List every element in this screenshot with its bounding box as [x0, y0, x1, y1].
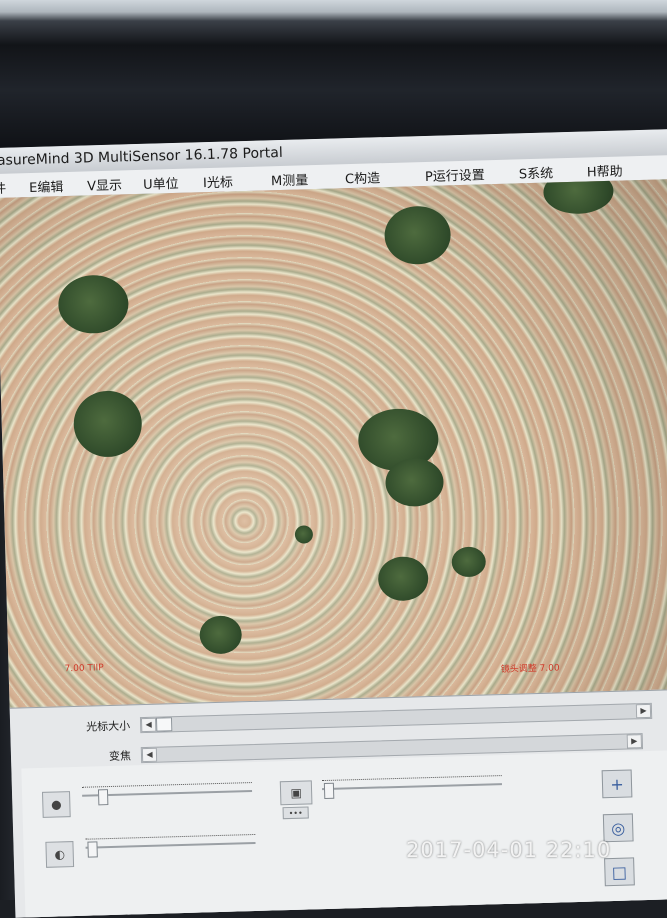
window-title: easureMind 3D MultiSensor 16.1.78 Portal: [0, 144, 283, 170]
menu-system[interactable]: S系统: [519, 162, 554, 182]
surface-spot: [199, 615, 243, 655]
surface-spot: [384, 457, 445, 508]
menu-file[interactable]: 件: [0, 178, 6, 197]
menu-help[interactable]: H帮助: [587, 160, 623, 180]
arrow-right-icon[interactable]: ▶: [635, 703, 652, 719]
cursor-size-slider[interactable]: ◀ ▶: [139, 702, 653, 734]
light-settings-icon[interactable]: ◐: [45, 841, 75, 868]
surface-spot: [542, 178, 615, 215]
light-slider-1[interactable]: [81, 782, 253, 807]
menu-edit[interactable]: E编辑: [29, 176, 64, 196]
arrow-right-icon[interactable]: ▶: [626, 734, 643, 749]
light-bulb-icon[interactable]: ●: [41, 791, 71, 818]
cursor-size-row: 光标大小 ◀ ▶: [30, 700, 667, 736]
cursor-size-label: 光标大小: [86, 719, 131, 734]
surface-spot: [451, 546, 487, 578]
cursor-size-thumb[interactable]: [155, 717, 173, 732]
overlay-readout-right: 镜头调整 7.00: [500, 663, 560, 676]
menu-unit[interactable]: U单位: [143, 173, 179, 193]
monitor-bezel-top: [0, 0, 667, 150]
photo-timestamp: 2017-04-01 22:10: [406, 838, 612, 862]
illumination-panel: ● ◐ ▣ ••• + ◎ □: [21, 749, 667, 918]
arrow-left-icon[interactable]: ◀: [141, 747, 158, 763]
surface-spot: [57, 274, 130, 335]
menu-measure[interactable]: M测量: [271, 169, 309, 189]
arrow-left-icon[interactable]: ◀: [140, 717, 157, 733]
menu-view[interactable]: V显示: [87, 174, 122, 194]
camera-icon[interactable]: ▣: [279, 780, 313, 806]
more-icon[interactable]: •••: [282, 806, 309, 820]
slider-thumb[interactable]: [97, 789, 109, 806]
camera-view[interactable]: 7.00 TIIP 镜头调整 7.00: [0, 178, 667, 708]
slider-thumb[interactable]: [323, 782, 335, 800]
light-slider-2[interactable]: [85, 833, 256, 859]
camera-slider[interactable]: [321, 775, 502, 800]
control-panel: 光标大小 ◀ ▶ 变焦 ◀ ▶ ● ◐ ▣ ••• + ◎ □: [9, 688, 667, 918]
add-icon[interactable]: +: [601, 769, 633, 799]
surface-spot: [383, 205, 452, 266]
overlay-readout-left: 7.00 TIIP: [64, 663, 104, 675]
app-window: easureMind 3D MultiSensor 16.1.78 Portal…: [0, 128, 667, 918]
zoom-label: 变焦: [108, 749, 132, 764]
menu-cursor[interactable]: I光标: [203, 171, 233, 191]
surface-spot: [294, 525, 314, 544]
slider-thumb[interactable]: [87, 841, 98, 858]
menu-construct[interactable]: C构造: [345, 167, 380, 187]
surface-spot: [72, 389, 143, 458]
menu-run-settings[interactable]: P运行设置: [425, 164, 485, 185]
surface-spot: [377, 556, 429, 602]
